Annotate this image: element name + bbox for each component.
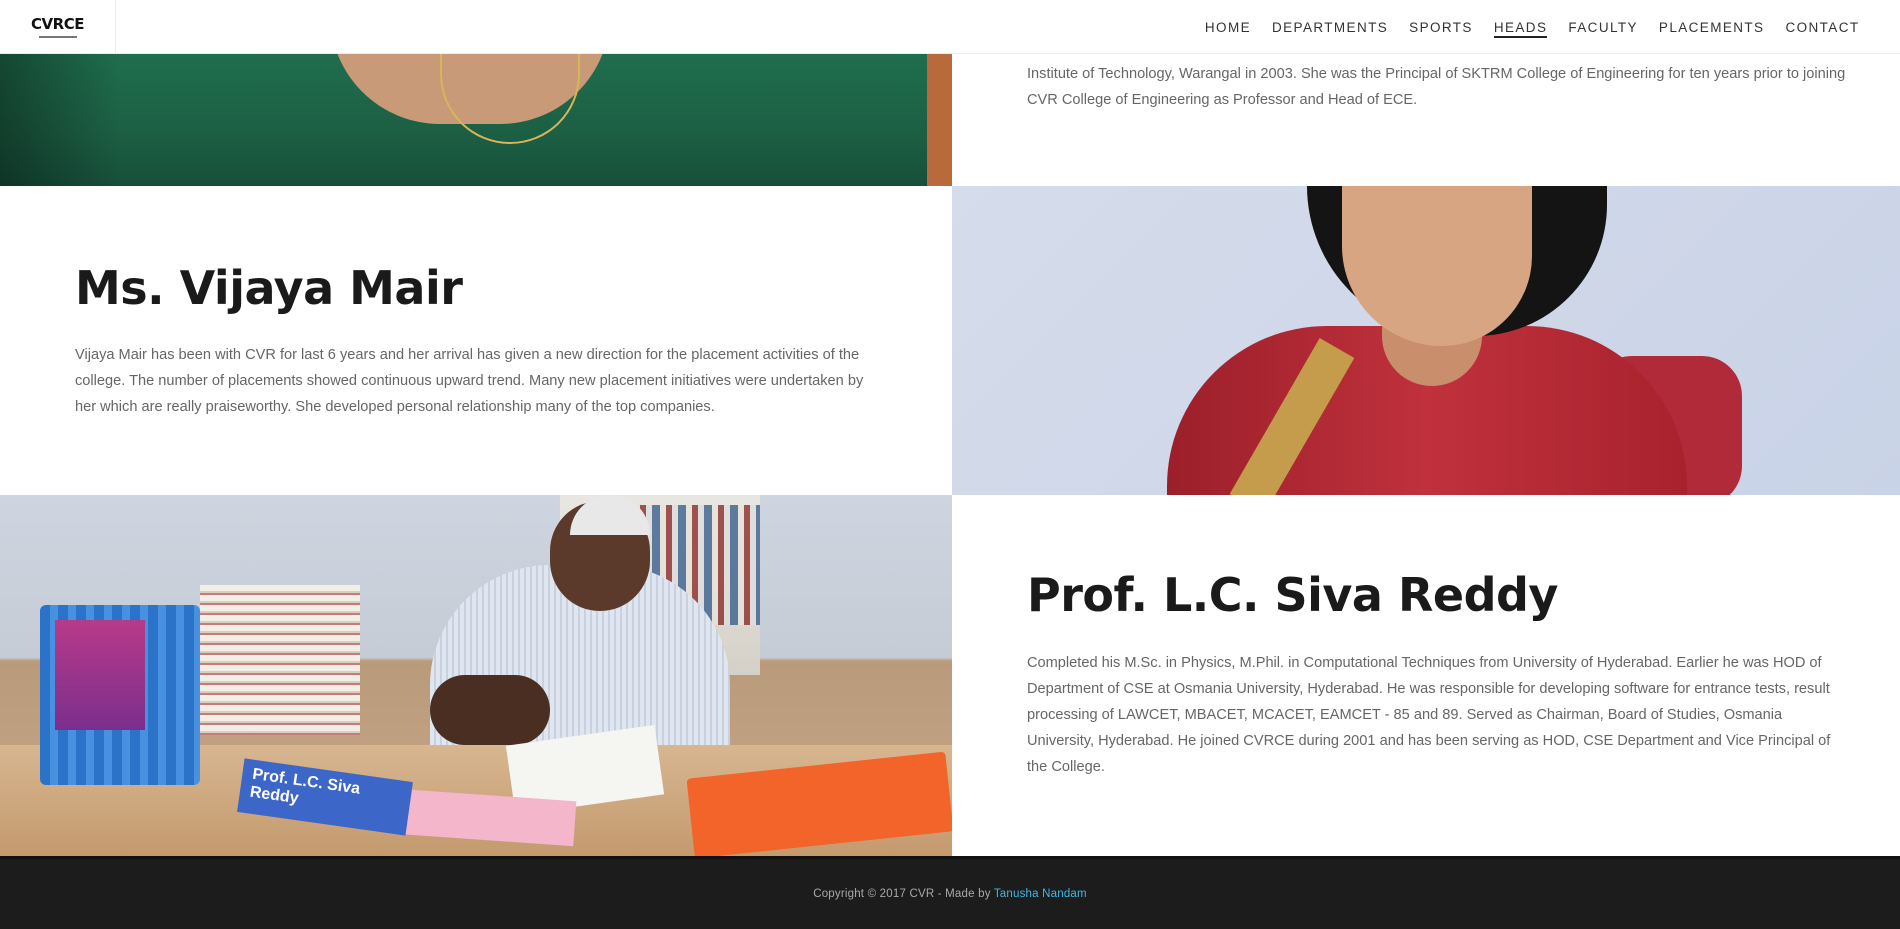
ece-head-text: Institute of Technology, Warangal in 200… [952,54,1900,186]
placements-head-photo [952,186,1900,495]
placements-head-text: Ms. Vijaya Mair Vijaya Mair has been wit… [0,186,952,495]
author-link[interactable]: Tanusha Nandam [994,888,1087,900]
navbar: CVRCE HOME DEPARTMENTS SPORTS HEADS FACU… [0,0,1900,54]
ece-head-description: Institute of Technology, Warangal in 200… [1027,66,1846,108]
photo-papers [200,585,360,735]
photo-edge [927,54,952,186]
cse-head-description: Completed his M.Sc. in Physics, M.Phil. … [1027,655,1831,775]
nav-faculty[interactable]: FACULTY [1558,0,1649,54]
logo[interactable]: CVRCE [0,0,116,54]
head-row-cse: Prof. L.C. Siva Reddy Prof. L.C. Siva Re… [0,495,1900,856]
copyright-text: Copyright © 2017 CVR - Made by [813,888,994,900]
footer: Copyright © 2017 CVR - Made by Tanusha N… [0,856,1900,929]
nav-links: HOME DEPARTMENTS SPORTS HEADS FACULTY PL… [1194,0,1870,54]
photo-magazine [55,620,145,730]
footer-copyright: Copyright © 2017 CVR - Made by Tanusha N… [813,888,1087,900]
nav-heads[interactable]: HEADS [1483,0,1558,54]
ece-head-photo [0,54,952,186]
placements-head-description: Vijaya Mair has been with CVR for last 6… [75,347,864,415]
cse-head-photo: Prof. L.C. Siva Reddy [0,495,952,856]
nav-contact[interactable]: CONTACT [1775,0,1870,54]
nav-sports[interactable]: SPORTS [1399,0,1484,54]
logo-tagline-mark [38,35,77,38]
head-row-ece: Institute of Technology, Warangal in 200… [0,54,1900,186]
cse-head-name: Prof. L.C. Siva Reddy [1027,568,1558,622]
nav-placements[interactable]: PLACEMENTS [1648,0,1775,54]
photo-chain [440,54,580,144]
photo-shadow [0,54,120,186]
cse-head-text: Prof. L.C. Siva Reddy Completed his M.Sc… [952,495,1900,856]
nav-departments[interactable]: DEPARTMENTS [1262,0,1399,54]
placements-head-name: Ms. Vijaya Mair [75,261,463,315]
nav-home[interactable]: HOME [1194,0,1261,54]
head-row-placements: Ms. Vijaya Mair Vijaya Mair has been wit… [0,186,1900,495]
photo-arm [430,675,550,745]
logo-text: CVRCE [31,14,84,33]
